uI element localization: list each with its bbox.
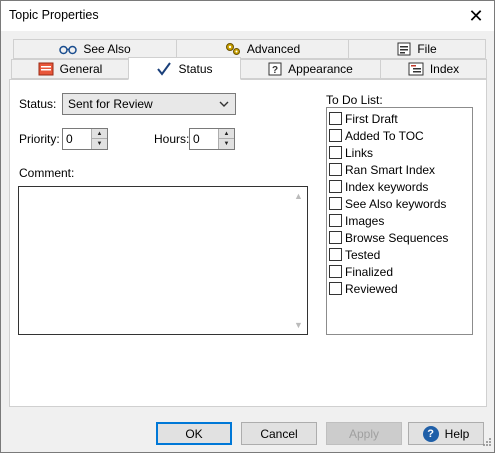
- todo-item-ran-smart-index[interactable]: Ran Smart Index: [329, 161, 435, 178]
- todo-item-finalized[interactable]: Finalized: [329, 263, 393, 280]
- index-icon: [408, 62, 424, 76]
- priority-value: 0: [66, 132, 73, 146]
- resize-grip-icon[interactable]: [482, 436, 492, 450]
- tab-label: Index: [429, 62, 460, 76]
- scroll-down-icon[interactable]: ▼: [294, 320, 303, 330]
- todo-item-browse-sequences[interactable]: Browse Sequences: [329, 229, 448, 246]
- priority-down-button[interactable]: ▼: [92, 139, 107, 149]
- todo-item-label: Reviewed: [345, 281, 398, 296]
- checkbox[interactable]: [329, 129, 342, 142]
- todo-label: To Do List:: [326, 93, 383, 107]
- apply-label: Apply: [348, 426, 380, 441]
- status-select[interactable]: Sent for Review: [62, 93, 236, 115]
- tab-advanced[interactable]: Advanced: [176, 39, 349, 59]
- scroll-up-icon[interactable]: ▲: [294, 191, 303, 201]
- glasses-icon: [59, 43, 78, 55]
- todo-item-label: Links: [345, 145, 374, 160]
- tab-index[interactable]: Index: [380, 59, 487, 79]
- status-label: Status:: [19, 97, 57, 111]
- apply-button[interactable]: Apply: [326, 422, 402, 445]
- checkbox[interactable]: [329, 146, 342, 159]
- todo-list: First Draft Added To TOC Links Ran Smart…: [326, 107, 473, 335]
- arrow-up-icon: ▲: [223, 130, 230, 137]
- hours-label: Hours:: [154, 132, 190, 146]
- todo-item-label: Index keywords: [345, 179, 429, 194]
- checkbox[interactable]: [329, 248, 342, 261]
- chevron-down-icon: [218, 98, 230, 113]
- tab-label: See Also: [83, 42, 131, 56]
- priority-stepper[interactable]: 0 ▲ ▼: [62, 128, 108, 150]
- tab-label: Appearance: [288, 62, 353, 76]
- arrow-down-icon: ▼: [96, 141, 103, 147]
- cancel-button[interactable]: Cancel: [241, 422, 317, 445]
- priority-up-button[interactable]: ▲: [92, 129, 107, 139]
- priority-label: Priority:: [19, 132, 60, 146]
- checkbox[interactable]: [329, 231, 342, 244]
- tab-label: Status: [178, 61, 213, 76]
- checkmark-icon: [156, 61, 172, 76]
- arrow-down-icon: ▼: [223, 141, 230, 147]
- hours-spin-buttons: ▲ ▼: [218, 129, 234, 149]
- checkbox[interactable]: [329, 197, 342, 210]
- window-title: Topic Properties: [9, 8, 99, 22]
- todo-item-label: Added To TOC: [345, 128, 424, 143]
- todo-item-label: Tested: [345, 247, 381, 262]
- hours-up-button[interactable]: ▲: [219, 129, 234, 139]
- checkbox[interactable]: [329, 214, 342, 227]
- todo-item-label: Images: [345, 213, 385, 228]
- checkbox[interactable]: [329, 112, 342, 125]
- tab-general[interactable]: General: [11, 59, 129, 79]
- todo-item-added-to-toc[interactable]: Added To TOC: [329, 127, 424, 144]
- ok-button[interactable]: OK: [156, 422, 232, 445]
- comment-scrollbar[interactable]: ▲ ▼: [290, 187, 307, 334]
- todo-item-label: Finalized: [345, 264, 394, 279]
- todo-item-label: Ran Smart Index: [345, 162, 436, 177]
- checkbox[interactable]: [329, 282, 342, 295]
- checkbox[interactable]: [329, 265, 342, 278]
- todo-item-reviewed[interactable]: Reviewed: [329, 280, 398, 297]
- hours-stepper[interactable]: 0 ▲ ▼: [189, 128, 235, 150]
- todo-item-label: Browse Sequences: [345, 230, 449, 245]
- help-button[interactable]: ? Help: [408, 422, 484, 445]
- help-label: Help: [444, 426, 470, 441]
- question-box-icon: ?: [268, 62, 282, 76]
- comment-label: Comment:: [19, 166, 75, 180]
- title-bar: Topic Properties ✕: [1, 1, 494, 31]
- tab-status[interactable]: Status: [128, 57, 241, 80]
- help-icon: ?: [422, 425, 439, 442]
- tab-label: General: [59, 62, 103, 76]
- general-icon: [38, 62, 54, 76]
- hours-down-button[interactable]: ▼: [219, 139, 234, 149]
- checkbox[interactable]: [329, 180, 342, 193]
- close-button[interactable]: ✕: [458, 1, 494, 31]
- todo-item-see-also-keywords[interactable]: See Also keywords: [329, 195, 446, 212]
- tab-appearance[interactable]: ? Appearance: [240, 59, 381, 79]
- cancel-label: Cancel: [260, 426, 298, 441]
- ok-label: OK: [185, 426, 203, 441]
- priority-spin-buttons: ▲ ▼: [91, 129, 107, 149]
- todo-item-label: See Also keywords: [345, 196, 447, 211]
- arrow-up-icon: ▲: [96, 130, 103, 137]
- comment-textarea[interactable]: ▲ ▼: [18, 186, 308, 335]
- checkbox[interactable]: [329, 163, 342, 176]
- todo-item-links[interactable]: Links: [329, 144, 373, 161]
- todo-item-first-draft[interactable]: First Draft: [329, 110, 398, 127]
- close-icon: ✕: [468, 5, 484, 26]
- todo-item-label: First Draft: [345, 111, 398, 126]
- svg-text:?: ?: [272, 65, 278, 76]
- topic-properties-dialog: Topic Properties ✕ See Also Advanced Fil…: [0, 0, 495, 453]
- gears-icon: [225, 42, 241, 56]
- todo-item-index-keywords[interactable]: Index keywords: [329, 178, 428, 195]
- hours-value: 0: [193, 132, 200, 146]
- todo-item-tested[interactable]: Tested: [329, 246, 380, 263]
- tab-file[interactable]: File: [348, 39, 486, 59]
- status-value: Sent for Review: [68, 97, 153, 111]
- file-icon: [397, 42, 411, 56]
- tab-label: File: [417, 42, 437, 56]
- todo-item-images[interactable]: Images: [329, 212, 384, 229]
- tab-label: Advanced: [246, 42, 301, 56]
- tab-see-also[interactable]: See Also: [13, 39, 177, 59]
